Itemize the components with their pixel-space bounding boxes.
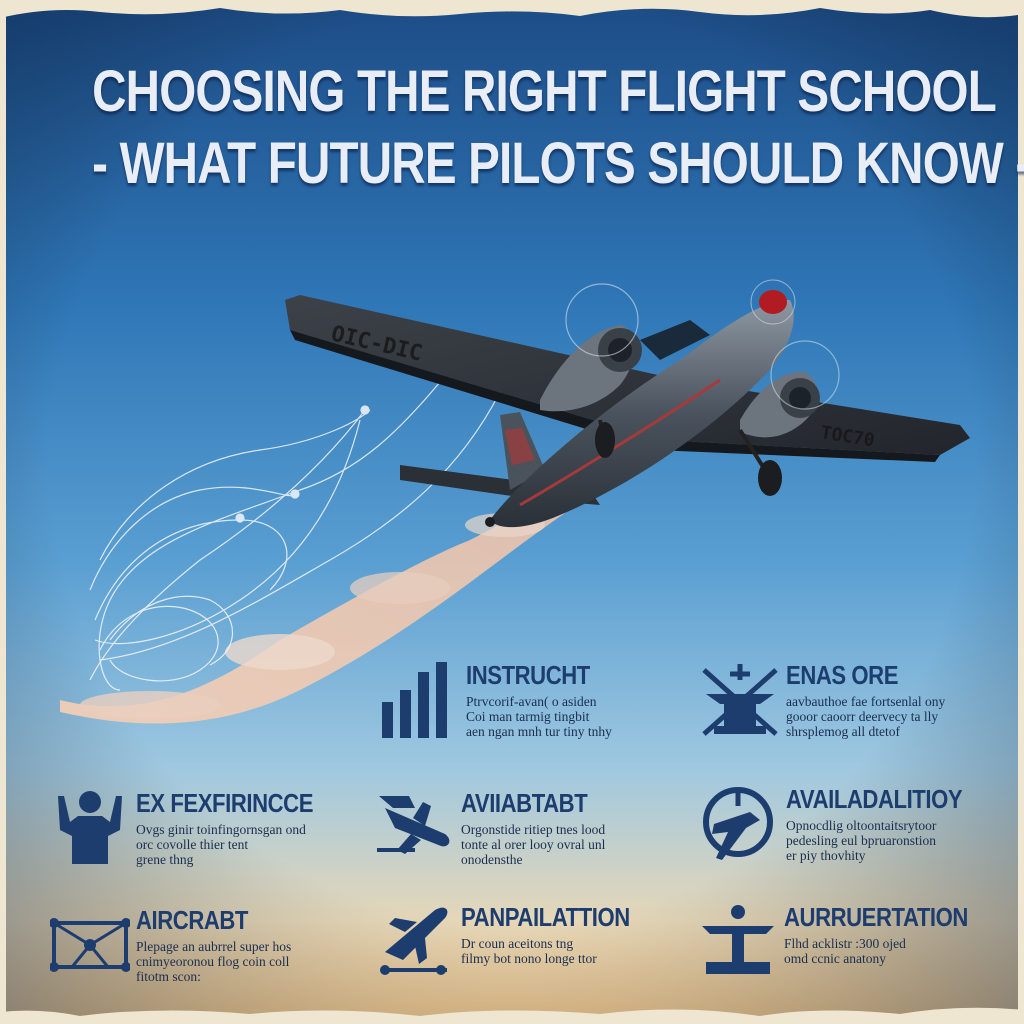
feature-description: Flhd acklistr :300 ojed omd ccnic anatony (784, 936, 906, 966)
page-subtitle: - WHAT FUTURE PILOTS SHOULD KNOW - (92, 131, 1024, 196)
feature-enas-ore: ENAS ORE aavbauthoe fae fortsenlal ony go… (700, 660, 1000, 770)
feature-title: AURRUERTATION (784, 902, 968, 932)
pilot-person-icon (50, 788, 130, 868)
feature-description: Dr coun aceitons tng filmy bot nono longe… (461, 936, 597, 966)
feature-aircraft: AIRCRABT Plepage an aubrrel super hos cni… (49, 905, 350, 1015)
feature-instruct: INSTRUCHT Ptrvcorif-avan( o asiden Coi ma… (380, 660, 680, 770)
feature-description: Ovgs ginir toinfingornsgan ond orc covoll… (136, 822, 306, 867)
infographic-poster: OIC-DIC TOC70 CHOOSING THE RIGHT FLIGHT … (0, 0, 1024, 1024)
feature-description: Opnocdlig oltoontaitsrytoor pedesling eul… (786, 818, 937, 863)
aircraft-wireframe-icon (49, 905, 131, 985)
feature-panpailattion: PANPAILATTION Dr coun aceitons tng filmy … (375, 902, 675, 1012)
feature-title: EX FEXFIRINCCE (136, 788, 314, 818)
feature-experience: EX FEXFIRINCCE Ovgs ginir toinfingornsga… (50, 788, 350, 898)
airplane-icon (375, 788, 455, 868)
aircraft-front-icon (700, 660, 780, 740)
page-title: CHOOSING THE RIGHT FLIGHT SCHOOL (92, 59, 997, 124)
feature-availability: AVAILADALITIOY Opnocdlig oltoontaitsryto… (700, 784, 1000, 894)
feature-title: INSTRUCHT (466, 660, 590, 690)
feature-title: PANPAILATTION (461, 902, 630, 932)
compass-plane-icon (700, 784, 780, 864)
feature-title: AVIIABTABT (461, 788, 588, 818)
feature-aurruertation: AURRUERTATION Flhd acklistr :300 ojed omd… (698, 902, 998, 1012)
feature-title: AIRCRABT (136, 905, 249, 935)
takeoff-icon (375, 902, 455, 982)
bar-chart-icon (380, 660, 460, 740)
feature-description: Ptrvcorif-avan( o asiden Coi man tarmig t… (466, 694, 612, 739)
feature-title: AVAILADALITIOY (786, 784, 963, 814)
feature-description: Orgonstide ritiep tnes lood tonte al orer… (461, 822, 606, 867)
pedestal-icon (698, 902, 778, 982)
feature-description: Plepage an aubrrel super hos cnimyeoronou… (136, 939, 292, 984)
feature-aviiabtabt: AVIIABTABT Orgonstide ritiep tnes lood to… (375, 788, 675, 898)
feature-description: aavbauthoe fae fortsenlal ony gooor caoor… (786, 694, 946, 739)
feature-title: ENAS ORE (786, 660, 899, 690)
